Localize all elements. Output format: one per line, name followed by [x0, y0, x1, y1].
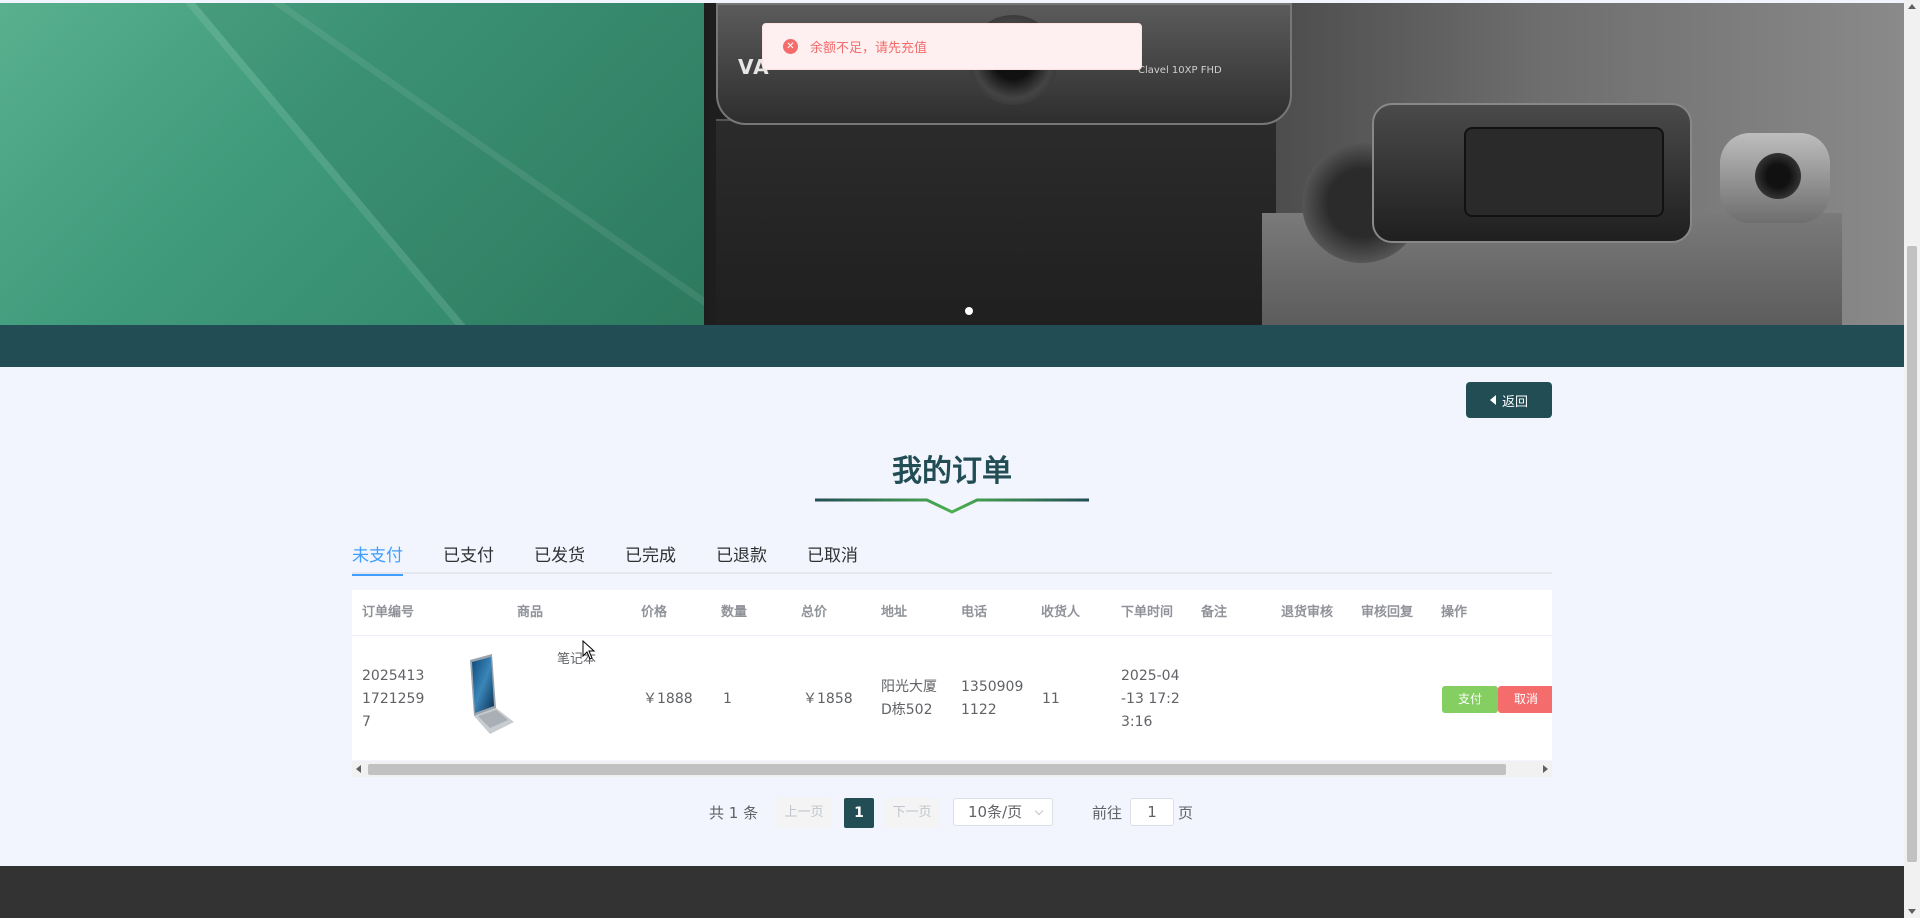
dashcam-lens-image — [1720, 133, 1830, 223]
column-header-quantity: 数量 — [721, 605, 748, 620]
orders-table: 订单编号 商品 价格 数量 总价 地址 电话 收货人 下单时间 备注 退货审核 … — [352, 590, 1552, 760]
toast-message: 余额不足，请先充值 — [810, 41, 928, 56]
pagination-prev-button[interactable]: 上一页 — [776, 798, 832, 828]
column-header-remark: 备注 — [1201, 605, 1228, 620]
pagination-next-button[interactable]: 下一页 — [884, 798, 940, 828]
mouse-pointer-icon — [582, 640, 596, 660]
column-header-order-time: 下单时间 — [1121, 605, 1174, 620]
banner-bottom-bar — [0, 325, 1904, 367]
column-header-receiver: 收货人 — [1041, 605, 1081, 620]
pagination-page-unit: 页 — [1178, 804, 1194, 822]
page-vertical-scrollbar[interactable] — [1904, 0, 1920, 918]
table-header: 订单编号 商品 价格 数量 总价 地址 电话 收货人 下单时间 备注 退货审核 … — [352, 590, 1552, 636]
receiver-cell: 11 — [1042, 691, 1060, 707]
column-header-return-review: 退货审核 — [1281, 605, 1334, 620]
total-cell: ￥1858 — [803, 691, 853, 707]
column-header-order-no: 订单编号 — [362, 605, 415, 620]
tab-shipped[interactable]: 已发货 — [534, 540, 585, 574]
error-circle-icon: ✕ — [783, 39, 798, 54]
page-size-value: 10条/页 — [968, 803, 1023, 821]
chevron-down-icon — [1034, 806, 1044, 816]
order-time-cell: 2025-04 -13 17:2 3:16 — [1121, 668, 1180, 730]
scroll-up-icon[interactable] — [1908, 4, 1916, 9]
page: VA Clavel 10XP FHD ✕ 余额不足，请先充值 返回 我的订单 未… — [0, 0, 1920, 918]
caret-left-icon — [1489, 395, 1496, 405]
pagination-total: 共 1 条 — [709, 804, 759, 822]
column-header-price: 价格 — [641, 605, 668, 620]
column-header-review-reply: 审核回复 — [1361, 605, 1414, 620]
tab-refunded[interactable]: 已退款 — [716, 540, 767, 574]
column-header-phone: 电话 — [961, 605, 988, 620]
column-header-total: 总价 — [801, 605, 828, 620]
pedestal — [716, 119, 1276, 325]
column-header-actions: 操作 — [1441, 605, 1468, 620]
back-button[interactable]: 返回 — [1466, 382, 1552, 418]
scrollbar-thumb[interactable] — [1907, 246, 1917, 862]
back-button-label: 返回 — [1501, 394, 1528, 410]
price-cell: ￥1888 — [643, 691, 693, 707]
title-underline-decoration — [815, 498, 1089, 514]
footer — [0, 866, 1904, 918]
page-size-select[interactable]: 10条/页 — [953, 798, 1053, 826]
order-no-cell: 2025413 1721259 7 — [362, 668, 425, 730]
scroll-down-icon[interactable] — [1908, 909, 1916, 914]
banner-green-background — [0, 3, 720, 325]
dashcam-image — [1372, 103, 1692, 243]
tab-cancelled[interactable]: 已取消 — [807, 540, 858, 574]
table-horizontal-scrollbar[interactable] — [352, 761, 1552, 777]
page-title: 我的订单 — [892, 454, 1012, 489]
cancel-order-button[interactable]: 取消 — [1498, 686, 1552, 713]
column-header-goods: 商品 — [517, 605, 544, 620]
pagination-goto-input[interactable] — [1130, 798, 1174, 826]
laptop-image — [470, 654, 514, 734]
pagination-goto-label: 前往 — [1092, 804, 1123, 822]
column-header-address: 地址 — [881, 605, 908, 620]
quantity-cell: 1 — [723, 691, 732, 707]
scroll-right-icon[interactable] — [1543, 765, 1548, 773]
carousel-indicator-dot[interactable] — [965, 307, 973, 315]
pay-button[interactable]: 支付 — [1442, 686, 1498, 713]
tab-unpaid[interactable]: 未支付 — [352, 540, 403, 576]
order-status-tabs: 未支付 已支付 已发货 已完成 已退款 已取消 — [352, 540, 1552, 576]
pagination-page-1[interactable]: 1 — [844, 798, 874, 828]
phone-cell: 1350909 1122 — [961, 679, 1024, 718]
tab-paid[interactable]: 已支付 — [443, 540, 494, 574]
scrollbar-thumb[interactable] — [368, 764, 1506, 775]
tab-completed[interactable]: 已完成 — [625, 540, 676, 574]
error-toast: ✕ 余额不足，请先充值 — [762, 23, 1142, 70]
dashcam-model: Clavel 10XP FHD — [1138, 65, 1222, 76]
address-cell: 阳光大厦 D栋502 — [881, 679, 937, 718]
scroll-left-icon[interactable] — [356, 765, 361, 773]
